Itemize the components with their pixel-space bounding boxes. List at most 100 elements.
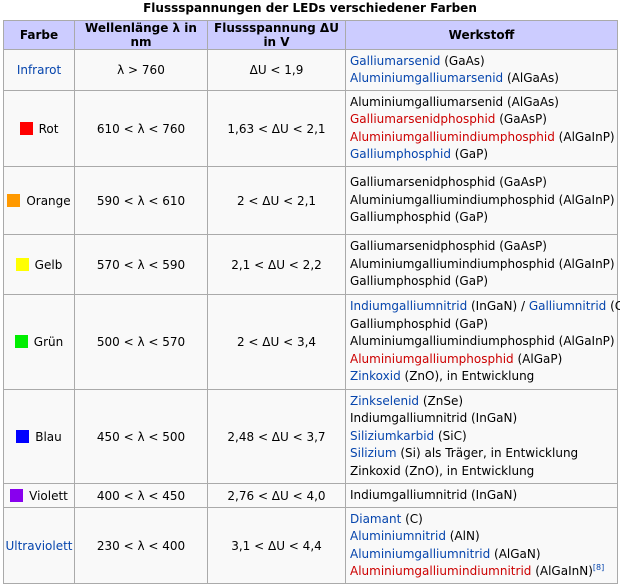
table-row: Grün 500 < λ < 570 2 < ΔU < 3,4 Indiumgalli… bbox=[3, 294, 620, 390]
header-farbe[interactable]: Farbe bbox=[3, 20, 75, 50]
material-text: (GaN) bbox=[610, 299, 620, 314]
cell-farbe: Rot bbox=[3, 90, 75, 167]
cell-werkstoff: Indiumgalliumnitrid (InGaN) / Galliumnit… bbox=[345, 294, 620, 390]
material-text: (AlGaAs) bbox=[503, 71, 559, 85]
material-link[interactable]: Indiumgalliumnitrid bbox=[350, 299, 467, 313]
material-text: Galliumarsenidphosphid (GaAsP) bbox=[350, 175, 547, 190]
material-text: Aluminiumgalliumindiumphosphid (AlGaInP) bbox=[350, 256, 615, 271]
footnote-link[interactable]: [8] bbox=[593, 563, 604, 572]
material-text: (GaAs) bbox=[440, 53, 485, 68]
werkstoff-line: Siliziumkarbid (SiC) bbox=[350, 428, 617, 445]
farbe-label: Violett bbox=[29, 488, 68, 503]
cell-werkstoff: Aluminiumgalliumarsenid (AlGaAs) Galliuma… bbox=[345, 90, 618, 167]
cell-werkstoff: Zinkselenid (ZnSe) Indiumgalliumnitrid (I… bbox=[345, 389, 618, 484]
material-text: Aluminiumgalliumarsenid (AlGaAs) bbox=[350, 94, 559, 109]
material-link[interactable]: Aluminiumgalliumphosphid bbox=[350, 352, 514, 366]
werkstoff-line: Aluminiumgalliumindiumnitrid (AlGaInN)[8… bbox=[350, 563, 617, 580]
material-link[interactable]: Aluminiumgalliumarsenid bbox=[350, 71, 503, 85]
material-text: Galliumarsenidphosphid (GaAsP) bbox=[350, 239, 547, 254]
cell-wellenlaenge: λ > 760 bbox=[74, 49, 208, 91]
table-row: Violett 400 < λ < 450 2,76 < ΔU < 4,0 Indiu… bbox=[3, 483, 618, 508]
cell-farbe: Violett bbox=[3, 483, 75, 508]
color-swatch bbox=[14, 335, 28, 348]
cell-flussspannung: ΔU < 1,9 bbox=[207, 49, 346, 91]
werkstoff-line: Aluminiumgalliumindiumphosphid (AlGaInP) bbox=[350, 333, 617, 350]
material-link[interactable]: Aluminiumgalliumnitrid bbox=[350, 547, 490, 561]
material-link[interactable]: Galliumarsenidphosphid bbox=[350, 112, 495, 126]
cell-flussspannung: 2 < ΔU < 3,4 bbox=[207, 294, 346, 390]
cell-werkstoff: Diamant (C) Aluminiumnitrid (AlN) Aluminiu… bbox=[345, 507, 618, 584]
werkstoff-line: Galliumarsenidphosphid (GaAsP) bbox=[350, 174, 617, 191]
color-swatch bbox=[10, 488, 24, 502]
cell-farbe: Orange bbox=[3, 166, 75, 235]
material-link[interactable]: Diamant bbox=[350, 512, 401, 526]
werkstoff-line: Galliumarsenidphosphid (GaAsP) bbox=[350, 238, 617, 255]
material-text: (C) bbox=[401, 511, 423, 526]
color-swatch bbox=[19, 121, 33, 135]
cell-wellenlaenge: 400 < λ < 450 bbox=[74, 483, 208, 508]
material-text: (AlGaInP) bbox=[554, 129, 615, 144]
material-text: (AlGaN) bbox=[490, 546, 541, 561]
farbe-link[interactable]: Ultraviolett bbox=[5, 539, 72, 553]
table-caption: Flussspannungen der LEDs verschiedener F… bbox=[143, 1, 477, 15]
cell-flussspannung: 2,48 < ΔU < 3,7 bbox=[207, 389, 346, 484]
table-row: Blau 450 < λ < 500 2,48 < ΔU < 3,7 Zinksele… bbox=[3, 389, 618, 484]
header-wellenlaenge[interactable]: Wellenlänge λ in nm bbox=[74, 20, 208, 50]
material-text: (Si) als Träger, in Entwicklung bbox=[396, 446, 579, 461]
header-row: Farbe Wellenlänge λ in nm Flussspannung … bbox=[3, 20, 618, 50]
material-text: (AlGaInN) bbox=[531, 563, 593, 578]
werkstoff-line: Aluminiumgalliumphosphid (AlGaP) bbox=[350, 351, 617, 368]
material-link[interactable]: Zinkoxid bbox=[350, 369, 401, 383]
farbe-link[interactable]: Infrarot bbox=[17, 63, 61, 77]
material-text: (GaAsP) bbox=[495, 112, 547, 127]
material-text: (GaP) bbox=[450, 146, 489, 161]
material-link[interactable]: Galliumarsenid bbox=[350, 54, 440, 68]
cell-werkstoff: Galliumarsenidphosphid (GaAsP) Aluminiumg… bbox=[345, 234, 618, 295]
material-text: (InGaN) / bbox=[467, 299, 529, 314]
material-link[interactable]: Zinkselenid bbox=[350, 394, 419, 408]
cell-farbe: Ultraviolett bbox=[3, 507, 75, 584]
table-row: Gelb 570 < λ < 590 2,1 < ΔU < 2,2 Galliumar… bbox=[3, 234, 618, 295]
material-link[interactable]: Siliziumkarbid bbox=[350, 429, 434, 443]
cell-farbe: Gelb bbox=[3, 234, 75, 295]
header-flussspannung[interactable]: Flussspannung ΔU in V bbox=[207, 20, 346, 50]
werkstoff-line: Aluminiumgalliumindiumphosphid (AlGaInP) bbox=[350, 129, 617, 146]
cell-farbe: Infrarot bbox=[3, 49, 75, 91]
farbe-label: Grün bbox=[33, 335, 64, 349]
werkstoff-line: Aluminiumgalliumindiumphosphid (AlGaInP) bbox=[350, 192, 617, 209]
color-swatch bbox=[7, 193, 21, 207]
material-text: (AlGaP) bbox=[513, 351, 563, 366]
material-link[interactable]: Aluminiumgalliumindiumnitrid bbox=[350, 564, 531, 578]
werkstoff-line: Indiumgalliumnitrid (InGaN) bbox=[350, 410, 617, 427]
material-link[interactable]: Aluminiumgalliumindiumphosphid bbox=[350, 130, 555, 144]
material-text: (ZnO), in Entwicklung bbox=[400, 369, 535, 384]
material-text: (SiC) bbox=[434, 428, 467, 443]
material-link[interactable]: Galliumnitrid bbox=[529, 299, 606, 313]
material-link[interactable]: Silizium bbox=[350, 446, 397, 460]
material-text: (AlN) bbox=[445, 529, 480, 544]
cell-wellenlaenge: 450 < λ < 500 bbox=[74, 389, 208, 484]
werkstoff-line: Galliumphosphid (GaP) bbox=[350, 273, 617, 290]
cell-farbe: Grün bbox=[3, 294, 75, 390]
werkstoff-line: Galliumphosphid (GaP) bbox=[350, 316, 617, 333]
material-link[interactable]: Galliumphosphid bbox=[350, 147, 451, 161]
material-text: Galliumphosphid (GaP) bbox=[350, 316, 489, 331]
farbe-label: Blau bbox=[35, 429, 62, 444]
cell-werkstoff: Galliumarsenidphosphid (GaAsP) Aluminiumg… bbox=[345, 166, 618, 235]
cell-werkstoff: Galliumarsenid (GaAs) Aluminiumgalliumars… bbox=[345, 49, 618, 91]
material-link[interactable]: Aluminiumnitrid bbox=[350, 529, 446, 543]
werkstoff-line: Indiumgalliumnitrid (InGaN) / Galliumnit… bbox=[350, 298, 620, 315]
material-text: Aluminiumgalliumindiumphosphid (AlGaInP) bbox=[350, 334, 615, 349]
cell-wellenlaenge: 610 < λ < 760 bbox=[74, 90, 208, 167]
werkstoff-line: Zinkselenid (ZnSe) bbox=[350, 393, 617, 410]
werkstoff-line: Indiumgalliumnitrid (InGaN) bbox=[350, 487, 617, 504]
header-werkstoff[interactable]: Werkstoff bbox=[345, 20, 618, 50]
cell-wellenlaenge: 590 < λ < 610 bbox=[74, 166, 208, 235]
werkstoff-line: Galliumarsenid (GaAs) bbox=[350, 53, 617, 70]
farbe-label: Gelb bbox=[34, 257, 63, 272]
table-row: Ultraviolett 230 < λ < 400 3,1 < ΔU < 4,4 D… bbox=[3, 507, 618, 584]
werkstoff-line: Aluminiumgalliumindiumphosphid (AlGaInP) bbox=[350, 256, 617, 273]
cell-flussspannung: 3,1 < ΔU < 4,4 bbox=[207, 507, 346, 584]
material-text: Galliumphosphid (GaP) bbox=[350, 274, 489, 289]
cell-werkstoff: Indiumgalliumnitrid (InGaN) bbox=[345, 483, 618, 508]
